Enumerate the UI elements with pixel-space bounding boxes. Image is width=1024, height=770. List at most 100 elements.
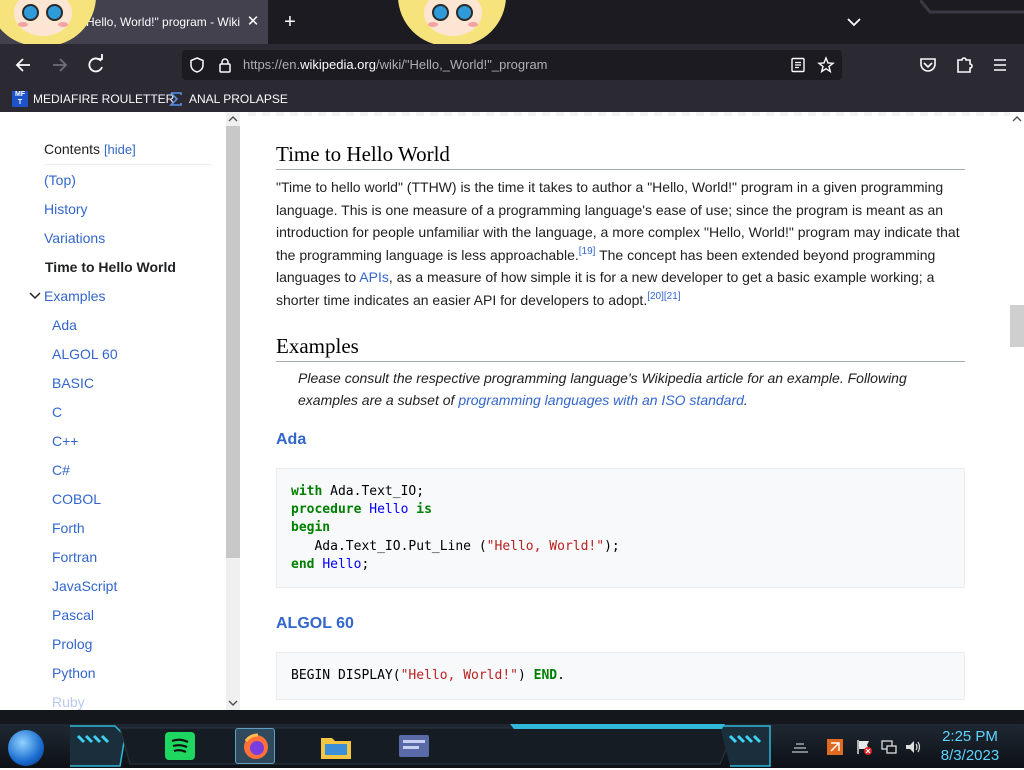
code-text: ; xyxy=(361,556,370,572)
toc-scrollbar-thumb[interactable] xyxy=(226,126,240,558)
toc-item-csharp[interactable]: C# xyxy=(52,462,70,478)
section-heading-time-to-hello-world: Time to Hello World xyxy=(276,142,965,170)
hamburger-menu-icon xyxy=(994,59,1006,71)
chevron-down-icon xyxy=(847,18,861,27)
bookmark-label: ANAL PROLAPSE xyxy=(189,92,288,106)
shield-icon[interactable] xyxy=(188,56,206,74)
page-scroll-up-icon[interactable] xyxy=(1011,114,1023,124)
pocket-button[interactable] xyxy=(913,44,943,86)
file-explorer-taskbar-icon[interactable] xyxy=(316,728,356,764)
code-text: Ada.Text_IO.Put_Line ( xyxy=(291,538,487,554)
bookmark-star-icon[interactable] xyxy=(817,56,835,74)
toc-item-fortran[interactable]: Fortran xyxy=(52,549,97,565)
apis-link[interactable]: APIs xyxy=(359,269,389,285)
spotify-icon xyxy=(165,732,195,760)
spotify-taskbar-icon[interactable] xyxy=(160,728,200,764)
subsection-heading-ada: Ada xyxy=(276,431,307,448)
reader-view-icon[interactable] xyxy=(789,56,807,74)
show-hidden-icons-icon[interactable] xyxy=(790,740,810,756)
url-text[interactable]: https://en.wikipedia.org/wiki/"Hello,_Wo… xyxy=(243,50,548,80)
window-frame-decoration xyxy=(920,0,1024,14)
code-keyword: with xyxy=(291,484,323,499)
toc-item-algol-60[interactable]: ALGOL 60 xyxy=(52,346,118,362)
toc-item-forth[interactable]: Forth xyxy=(52,520,85,536)
taskbar-clock-date[interactable]: 8/3/2023 xyxy=(935,747,1005,764)
start-button[interactable] xyxy=(8,730,44,766)
toc-item-ruby[interactable]: Ruby xyxy=(52,694,85,710)
app-menu-button[interactable] xyxy=(985,44,1015,86)
toc-item-cpp[interactable]: C++ xyxy=(52,433,78,449)
cut-off-text-line xyxy=(242,112,1010,116)
section-heading-examples: Examples xyxy=(276,334,965,362)
pocket-icon xyxy=(920,58,936,72)
extensions-button[interactable] xyxy=(949,44,979,86)
app-window-taskbar-icon[interactable] xyxy=(394,728,434,764)
new-tab-button[interactable]: + xyxy=(278,0,302,44)
toc-item-time-to-hello-world[interactable]: Time to Hello World xyxy=(45,259,176,275)
url-path: /wiki/"Hello,_World!"_program xyxy=(375,57,548,72)
network-icon[interactable] xyxy=(880,738,898,756)
taskbar-clock-time[interactable]: 2:25 PM xyxy=(935,728,1005,745)
algol-code-block: BEGIN DISPLAY("Hello, World!") END. xyxy=(276,652,965,700)
firefox-taskbar-icon[interactable] xyxy=(235,728,275,764)
toc-title: Contents xyxy=(44,141,101,157)
url-domain: wikipedia.org xyxy=(300,57,376,72)
hatnote-text: . xyxy=(743,392,748,408)
lock-icon[interactable] xyxy=(216,56,234,74)
scroll-up-arrow-icon[interactable] xyxy=(227,114,239,124)
toc-item-examples[interactable]: Examples xyxy=(44,288,105,304)
toc-hide-link[interactable]: [hide] xyxy=(104,142,136,157)
toc-item-ada[interactable]: Ada xyxy=(52,317,77,333)
scroll-down-arrow-icon[interactable] xyxy=(227,698,239,708)
forward-button[interactable] xyxy=(45,44,75,86)
toc-item-history[interactable]: History xyxy=(44,201,88,217)
bookmark-second[interactable]: ANAL PROLAPSE xyxy=(168,86,288,112)
code-keyword: procedure xyxy=(291,502,362,518)
bookmarks-toolbar: MF T MEDIAFIRE ROULETTER ANAL PROLAPSE xyxy=(0,86,1024,112)
article-content: Time to Hello World "Time to hello world… xyxy=(242,112,1010,710)
action-center-flag-icon[interactable] xyxy=(855,738,873,756)
sigma-bookmark-icon xyxy=(169,92,182,106)
toc-item-python[interactable]: Python xyxy=(52,665,96,681)
window-icon xyxy=(399,735,429,757)
toc-item-pascal[interactable]: Pascal xyxy=(52,607,94,623)
toc-item-basic[interactable]: BASIC xyxy=(52,375,94,391)
citation-20[interactable]: [20] xyxy=(647,291,664,302)
code-text: ) xyxy=(517,668,534,683)
toc-item-variations[interactable]: Variations xyxy=(44,230,105,246)
tab-title: Hello, World!" program - Wiki xyxy=(86,15,241,29)
toc-item-top[interactable]: (Top) xyxy=(44,172,76,188)
tab-close-button[interactable]: ✕ xyxy=(243,0,263,44)
volume-icon[interactable] xyxy=(904,738,922,756)
citation-21[interactable]: [21] xyxy=(664,291,681,302)
toc-collapse-chevron-icon[interactable] xyxy=(28,289,42,303)
examples-hatnote: Please consult the respective programmin… xyxy=(298,367,958,411)
back-button[interactable] xyxy=(8,44,38,86)
ada-code-block: with Ada.Text_IO; procedure Hello is beg… xyxy=(276,468,965,588)
code-text: ); xyxy=(604,538,620,554)
toc-item-prolog[interactable]: Prolog xyxy=(52,636,92,652)
code-text: Ada.Text_IO; xyxy=(322,484,425,499)
reload-button[interactable] xyxy=(81,44,111,86)
code-string: "Hello, World!" xyxy=(400,668,518,683)
toc-item-cobol[interactable]: COBOL xyxy=(52,491,101,507)
toc-item-javascript[interactable]: JavaScript xyxy=(52,578,117,594)
address-bar[interactable]: https://en.wikipedia.org/wiki/"Hello,_Wo… xyxy=(182,50,842,80)
list-all-tabs-button[interactable] xyxy=(842,0,866,44)
toc-item-c[interactable]: C xyxy=(52,404,62,420)
url-prefix: https://en. xyxy=(243,57,301,72)
tray-app-icon[interactable] xyxy=(826,738,844,756)
iso-standard-languages-link[interactable]: programming languages with an ISO standa… xyxy=(458,392,744,408)
code-keyword: is xyxy=(416,502,432,518)
code-keyword: begin xyxy=(291,520,331,536)
back-arrow-icon xyxy=(15,58,30,72)
page-scrollbar-thumb[interactable] xyxy=(1010,305,1024,347)
page-scrollbar-track[interactable] xyxy=(1010,112,1024,710)
citation-19[interactable]: [19] xyxy=(579,246,596,257)
code-text: BEGIN DISPLAY( xyxy=(291,668,401,683)
code-name: Hello xyxy=(322,556,362,572)
subsection-heading-algol-60: ALGOL 60 xyxy=(276,615,354,632)
tab-strip: Hello, World!" program - Wiki ✕ + xyxy=(0,0,1024,46)
time-to-hello-world-paragraph: "Time to hello world" (TTHW) is the time… xyxy=(276,176,965,311)
bookmark-mediafire[interactable]: MF T MEDIAFIRE ROULETTER xyxy=(12,86,174,112)
